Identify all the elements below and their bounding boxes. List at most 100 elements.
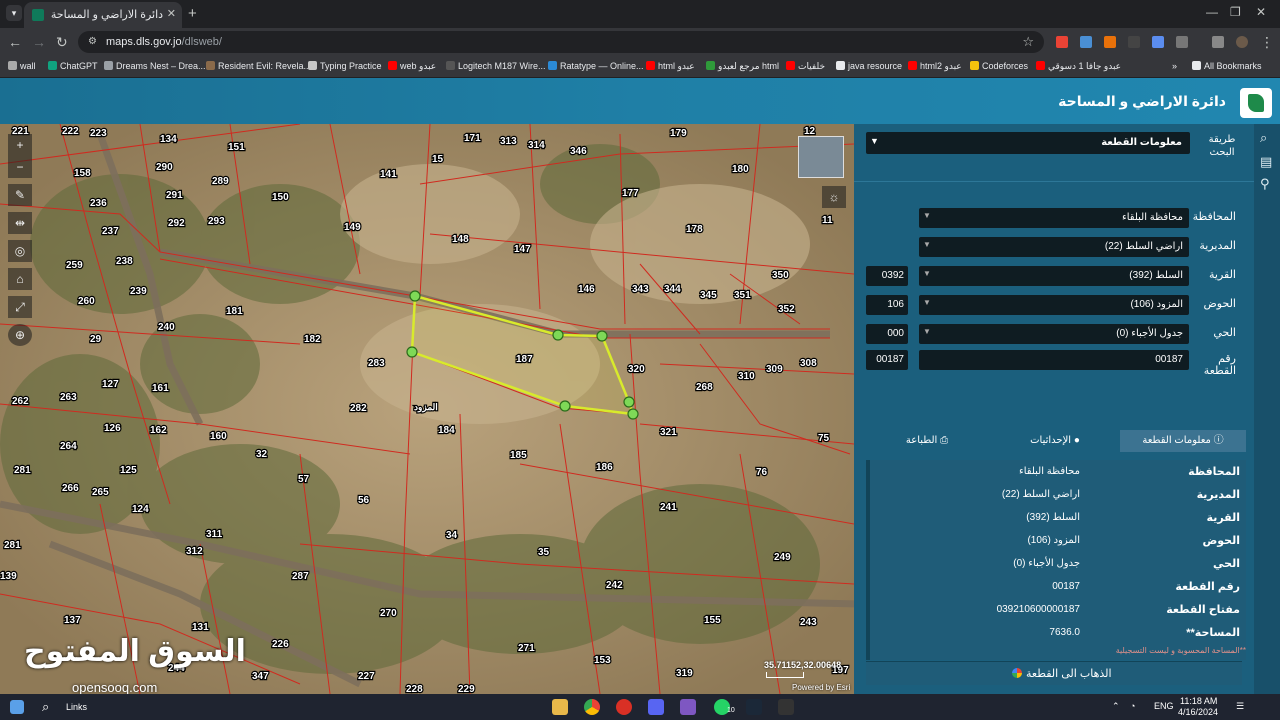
reload-icon[interactable]: ↻ bbox=[56, 34, 68, 51]
visual-studio-icon[interactable] bbox=[680, 699, 696, 715]
epic-games-icon[interactable] bbox=[778, 699, 794, 715]
windows-start-icon[interactable] bbox=[10, 700, 24, 714]
parcel-number: 239 bbox=[130, 286, 147, 297]
bookmark[interactable]: Typing Practice bbox=[308, 61, 382, 71]
new-tab-button[interactable]: + bbox=[188, 5, 197, 22]
address-bar[interactable]: ⚙ maps.dls.gov.jo/dlsweb/ ☆ bbox=[78, 31, 1044, 53]
compass-icon[interactable]: ⊕ bbox=[8, 324, 32, 346]
chevron-down-icon: ▼ bbox=[923, 211, 931, 220]
home-icon[interactable]: ⌂ bbox=[8, 268, 32, 290]
parcel-number-select[interactable]: 00187 bbox=[919, 350, 1189, 370]
bookmark[interactable]: java resource bbox=[836, 61, 902, 71]
measure-tool-icon[interactable]: ⇹ bbox=[8, 212, 32, 234]
tab-print[interactable]: ⎙ الطباعة bbox=[864, 430, 990, 452]
user-pin-icon: ● bbox=[1071, 435, 1080, 446]
parcel-number: 182 bbox=[304, 334, 321, 345]
search-icon[interactable]: ⌕ bbox=[42, 699, 49, 715]
maximize-icon[interactable]: ❐ bbox=[1230, 5, 1241, 19]
tab-coordinates[interactable]: ● الإحداثيات bbox=[992, 430, 1118, 452]
parcel-code-input[interactable]: 00187 bbox=[866, 350, 908, 370]
locate-icon[interactable]: ◎ bbox=[8, 240, 32, 262]
bookmark[interactable]: عبدو جافا 1 دسوقي bbox=[1036, 61, 1121, 72]
neighborhood-select[interactable]: جدول الأجباء (0) ▼ bbox=[919, 324, 1189, 344]
notifications-icon[interactable]: ☰ bbox=[1236, 701, 1244, 712]
forward-icon[interactable]: → bbox=[32, 34, 46, 50]
bookmark[interactable]: web عبدو bbox=[388, 61, 436, 72]
bookmark[interactable]: wall bbox=[8, 61, 36, 71]
vertex-handle[interactable] bbox=[406, 346, 418, 358]
discord-icon[interactable] bbox=[648, 699, 664, 715]
bookmark[interactable]: مرجع لعبدو html bbox=[706, 61, 779, 72]
bookmark[interactable]: html عبدو bbox=[646, 61, 695, 72]
governorate-select[interactable]: محافظة البلقاء ▼ bbox=[919, 208, 1189, 228]
parcel-number: 319 bbox=[676, 668, 693, 679]
youtube-icon bbox=[1036, 61, 1045, 70]
browser-tab[interactable]: دائرة الاراضي و المساحة ✕ bbox=[24, 2, 182, 28]
map-canvas[interactable]: 221 222 223134151171 313 3143461791801215829… bbox=[0, 124, 854, 694]
tab-search-button[interactable]: ▾ bbox=[6, 5, 22, 21]
basin-code-input[interactable]: 106 bbox=[866, 295, 908, 315]
menu-icon[interactable]: ⋮ bbox=[1260, 34, 1274, 51]
brightness-icon[interactable]: ☼ bbox=[822, 186, 846, 208]
opensooq-url: opensooq.com bbox=[72, 680, 158, 694]
bookmark[interactable]: Logitech M187 Wire... bbox=[446, 61, 546, 71]
vertex-handle[interactable] bbox=[627, 408, 639, 420]
clock-time[interactable]: 11:18 AM bbox=[1180, 696, 1217, 706]
tray-chevron-icon[interactable]: ⌃ bbox=[1112, 701, 1120, 712]
go-to-parcel-button[interactable]: الذهاب الى القطعة bbox=[866, 661, 1242, 685]
network-icon[interactable]: ◔ bbox=[1130, 701, 1135, 711]
directorate-select[interactable]: اراضي السلط (22) ▼ bbox=[919, 237, 1189, 257]
search-method-select[interactable]: معلومات القطعة ▼ bbox=[866, 132, 1190, 154]
all-bookmarks[interactable]: All Bookmarks bbox=[1192, 61, 1262, 71]
bookmark[interactable]: Resident Evil: Revela... bbox=[206, 61, 311, 71]
village-select[interactable]: السلط (392) ▼ bbox=[919, 266, 1189, 286]
layers-icon[interactable]: ▤ bbox=[1260, 154, 1272, 170]
profile-avatar[interactable] bbox=[1236, 36, 1248, 48]
translate-icon[interactable] bbox=[1152, 36, 1164, 48]
location-pin-icon[interactable]: ⚲ bbox=[1260, 176, 1270, 192]
select-tool-icon[interactable]: ⤢ bbox=[8, 296, 32, 318]
extension-icon[interactable] bbox=[1080, 36, 1092, 48]
neighborhood-field: 000 جدول الأجباء (0) ▼ الحي bbox=[866, 324, 1244, 344]
neighborhood-code-input[interactable]: 000 bbox=[866, 324, 908, 344]
zoom-out-button[interactable]: − bbox=[8, 156, 32, 178]
clock-date[interactable]: 4/16/2024 bbox=[1178, 707, 1218, 717]
steam-icon[interactable] bbox=[746, 699, 762, 715]
basin-select[interactable]: المزود (106) ▼ bbox=[919, 295, 1189, 315]
close-tab-icon[interactable]: ✕ bbox=[167, 7, 176, 20]
tab-parcel-info[interactable]: ⓘ معلومات القطعة bbox=[1120, 430, 1246, 452]
chrome-icon[interactable] bbox=[584, 699, 600, 715]
bookmark-star-icon[interactable]: ☆ bbox=[1022, 34, 1034, 50]
village-code-input[interactable]: 0392 bbox=[866, 266, 908, 286]
vertex-handle[interactable] bbox=[552, 329, 564, 341]
bookmark[interactable]: html2 عبدو bbox=[908, 61, 962, 72]
zoom-in-button[interactable]: + bbox=[8, 134, 32, 156]
vertex-handle[interactable] bbox=[559, 400, 571, 412]
bookmark[interactable]: Codeforces bbox=[970, 61, 1028, 71]
draw-tool-icon[interactable]: ✎ bbox=[8, 184, 32, 206]
vertex-handle[interactable] bbox=[596, 330, 608, 342]
vertex-handle[interactable] bbox=[623, 396, 635, 408]
bookmark[interactable]: Ratatype — Online... bbox=[548, 61, 644, 71]
language-indicator[interactable]: ENG bbox=[1154, 701, 1174, 711]
close-window-icon[interactable]: ✕ bbox=[1256, 5, 1266, 19]
bookmark[interactable]: ChatGPT bbox=[48, 61, 98, 71]
back-icon[interactable]: ← bbox=[8, 34, 22, 50]
taskbar-search-text[interactable]: Links bbox=[66, 702, 87, 712]
reading-list-icon[interactable] bbox=[1212, 36, 1224, 48]
extension-icon[interactable] bbox=[1104, 36, 1116, 48]
minimize-icon[interactable]: — bbox=[1206, 5, 1218, 19]
basemap-thumbnail[interactable] bbox=[798, 136, 844, 178]
extension-icon[interactable] bbox=[1128, 36, 1140, 48]
more-bookmarks-icon[interactable]: » bbox=[1172, 61, 1177, 71]
bookmark[interactable]: Dreams Nest – Drea... bbox=[104, 61, 206, 71]
opera-icon[interactable] bbox=[616, 699, 632, 715]
file-explorer-icon[interactable] bbox=[552, 699, 568, 715]
site-info-icon[interactable]: ⚙ bbox=[88, 36, 97, 47]
search-icon[interactable]: ⌕ bbox=[1260, 130, 1267, 146]
extension-icon[interactable] bbox=[1056, 36, 1068, 48]
vertex-handle[interactable] bbox=[409, 290, 421, 302]
map-view[interactable]: 221 222 223 134 151 171 313 314 346 179 180 12 158 29… bbox=[0, 124, 854, 694]
bookmark[interactable]: خلفيات bbox=[786, 61, 825, 72]
extensions-puzzle-icon[interactable] bbox=[1176, 36, 1188, 48]
